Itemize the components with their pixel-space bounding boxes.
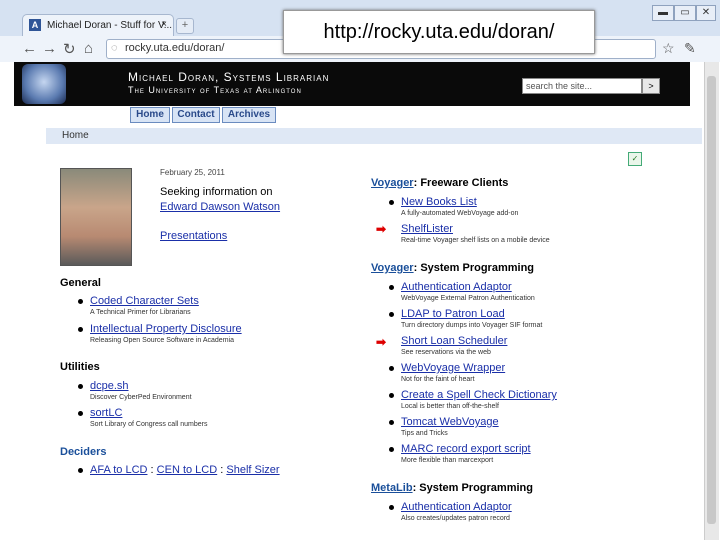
scrollbar-thumb[interactable] <box>707 76 716 524</box>
bullet <box>389 366 394 371</box>
list-item-link[interactable]: ShelfLister <box>401 223 453 235</box>
browser-tab[interactable]: A Michael Doran - Stuff for V... × <box>22 14 174 37</box>
separator: : <box>220 464 224 476</box>
list-item-desc: Sort Library of Congress call numbers <box>90 421 208 428</box>
web-page: Michael Doran, Systems Librarian The Uni… <box>14 62 704 540</box>
list-item-link[interactable]: LDAP to Patron Load <box>401 308 505 320</box>
list-item-desc: Local is better than off-the-shelf <box>401 403 499 410</box>
list-item-link[interactable]: sortLC <box>90 407 122 419</box>
section-voyager-system: Voyager: System Programming <box>371 262 534 274</box>
list-item-desc: See reservations via the web <box>401 349 491 356</box>
logo-icon <box>22 64 66 104</box>
close-window-button[interactable]: ✕ <box>696 5 716 21</box>
favicon-icon: A <box>29 19 41 31</box>
list-item-desc: Discover CyberPed Environment <box>90 394 192 401</box>
list-item-desc: Tips and Tricks <box>401 430 448 437</box>
list-item-link[interactable]: Authentication Adaptor <box>401 281 512 293</box>
red-arrow-icon: ➡ <box>376 222 387 236</box>
list-item-link[interactable]: Create a Spell Check Dictionary <box>401 389 557 401</box>
globe-icon: ◌ <box>111 42 118 54</box>
home-icon[interactable]: ⌂ <box>84 40 93 57</box>
list-item-link[interactable]: MARC record export script <box>401 443 531 455</box>
list-item-desc: Real-time Voyager shelf lists on a mobil… <box>401 237 550 244</box>
maximize-button[interactable]: ▭ <box>674 5 696 21</box>
vertical-scrollbar[interactable] <box>704 62 719 540</box>
watson-link[interactable]: Edward Dawson Watson <box>160 201 280 213</box>
intro-text: Seeking information on <box>160 186 273 198</box>
separator: : <box>150 464 154 476</box>
new-tab-button[interactable]: + <box>176 18 194 34</box>
list-item-desc: A Technical Primer for Librarians <box>90 309 191 316</box>
bullet <box>389 447 394 452</box>
bullet <box>389 393 394 398</box>
bookmark-star-icon[interactable]: ☆ <box>662 40 675 57</box>
bullet <box>389 420 394 425</box>
list-item-link[interactable]: WebVoyage Wrapper <box>401 362 505 374</box>
bullet <box>78 411 83 416</box>
document-icon[interactable]: ✓ <box>628 152 642 166</box>
section-title-rest: : System Programming <box>412 482 533 494</box>
site-header: Michael Doran, Systems Librarian The Uni… <box>14 62 690 106</box>
site-subtitle: The University of Texas at Arlington <box>128 85 302 95</box>
profile-photo <box>60 168 132 266</box>
section-general: General <box>60 277 101 289</box>
bullet <box>389 312 394 317</box>
bullet <box>78 327 83 332</box>
list-item-link[interactable]: dcpe.sh <box>90 380 129 392</box>
deciders-links: AFA to LCD : CEN to LCD : Shelf Sizer <box>90 464 280 476</box>
list-item-link[interactable]: Short Loan Scheduler <box>401 335 507 347</box>
list-item-desc: Turn directory dumps into Voyager SIF fo… <box>401 322 543 329</box>
voyager-link[interactable]: Voyager <box>371 177 414 189</box>
nav-contact[interactable]: Contact <box>172 107 220 123</box>
cen-to-lcd-link[interactable]: CEN to LCD <box>157 464 218 476</box>
address-bar-url: rocky.uta.edu/doran/ <box>125 42 225 54</box>
bullet <box>78 299 83 304</box>
list-item-desc: More flexible than marcexport <box>401 457 494 464</box>
search-input[interactable]: search the site... <box>522 78 642 94</box>
minimize-button[interactable]: ▬ <box>652 5 674 21</box>
section-metalib: MetaLib: System Programming <box>371 482 533 494</box>
list-item-desc: WebVoyage External Patron Authentication <box>401 295 535 302</box>
list-item-link[interactable]: Intellectual Property Disclosure <box>90 323 242 335</box>
reload-icon[interactable]: ↻ <box>63 40 76 58</box>
list-item-desc: A fully-automated WebVoyage add-on <box>401 210 519 217</box>
nav-archives[interactable]: Archives <box>222 107 276 123</box>
list-item-link[interactable]: Coded Character Sets <box>90 295 199 307</box>
list-item-link[interactable]: New Books List <box>401 196 477 208</box>
breadcrumb: Home <box>46 128 702 144</box>
back-icon[interactable]: ← <box>22 40 37 57</box>
site-title: Michael Doran, Systems Librarian <box>128 70 330 84</box>
list-item-desc: Releasing Open Source Software in Academ… <box>90 337 234 344</box>
nav-home[interactable]: Home <box>130 107 170 123</box>
list-item-link[interactable]: Authentication Adaptor <box>401 501 512 513</box>
list-item-link[interactable]: Tomcat WebVoyage <box>401 416 499 428</box>
post-date: February 25, 2011 <box>160 168 225 177</box>
section-title-rest: : System Programming <box>413 262 535 274</box>
red-arrow-icon: ➡ <box>376 335 387 349</box>
section-title-rest: : Freeware Clients <box>413 177 509 189</box>
shelf-sizer-link[interactable]: Shelf Sizer <box>226 464 279 476</box>
search-go-button[interactable]: > <box>642 78 660 94</box>
presentations-link[interactable]: Presentations <box>160 230 227 242</box>
forward-icon[interactable]: → <box>42 40 57 57</box>
bullet <box>389 505 394 510</box>
section-voyager-freeware: Voyager: Freeware Clients <box>371 177 508 189</box>
section-deciders: Deciders <box>60 446 107 458</box>
section-utilities: Utilities <box>60 361 100 373</box>
bullet <box>78 468 83 473</box>
list-item-desc: Not for the faint of heart <box>401 376 475 383</box>
list-item-desc: Also creates/updates patron record <box>401 515 510 522</box>
afa-to-lcd-link[interactable]: AFA to LCD <box>90 464 147 476</box>
wrench-icon[interactable]: ✎ <box>684 40 696 57</box>
bullet <box>389 285 394 290</box>
bullet <box>78 384 83 389</box>
bullet <box>389 200 394 205</box>
tab-title: Michael Doran - Stuff for V... <box>47 20 173 31</box>
metalib-link[interactable]: MetaLib <box>371 482 413 494</box>
voyager-link[interactable]: Voyager <box>371 262 414 274</box>
url-callout: http://rocky.uta.edu/doran/ <box>283 10 595 54</box>
tab-close-icon[interactable]: × <box>161 19 167 30</box>
